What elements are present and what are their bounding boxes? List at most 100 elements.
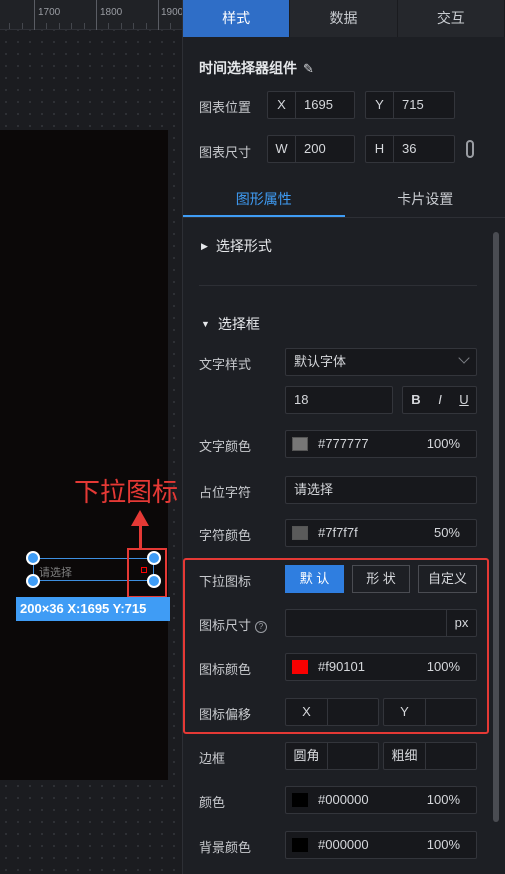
dropdown-icon-label: 下拉图标: [199, 574, 252, 589]
icon-color-label: 图标颜色: [199, 662, 252, 677]
aspect-lock-icon[interactable]: [466, 140, 474, 158]
border-label: 边框: [199, 751, 226, 766]
component-title: 时间选择器组件 ✎: [199, 58, 314, 78]
text-color-picker[interactable]: #777777 100%: [285, 430, 477, 458]
bg-color-hex: #000000: [318, 837, 369, 852]
app-root: 1700 1800 1900 下拉图标 请选择 200×36 X:1695 Y:…: [0, 0, 505, 874]
resize-handle-top-left[interactable]: [26, 551, 40, 565]
size-w-field[interactable]: W 200: [267, 135, 355, 163]
x-prefix: X: [268, 92, 296, 118]
size-label: 图表尺寸: [199, 145, 252, 160]
icon-size-input[interactable]: px: [285, 609, 477, 637]
char-color-label: 字符颜色: [199, 528, 252, 543]
y-prefix: Y: [366, 92, 394, 118]
font-family-value: 默认字体: [294, 354, 347, 369]
text-color-hex: #777777: [318, 436, 369, 451]
border-width-field[interactable]: 粗细: [383, 742, 477, 770]
position-y-field[interactable]: Y 715: [365, 91, 455, 119]
component-placeholder: 请选择: [39, 567, 72, 579]
border-radius-prefix: 圆角: [286, 743, 328, 769]
font-size-input[interactable]: 18: [285, 386, 393, 414]
style-sub-tabs: 图形属性 卡片设置: [183, 180, 505, 218]
position-x-field[interactable]: X 1695: [267, 91, 355, 119]
icon-size-label-text: 图标尺寸: [199, 618, 252, 633]
placeholder-value: 请选择: [294, 482, 334, 497]
chevron-down-icon: [458, 352, 470, 364]
edit-pencil-icon[interactable]: ✎: [303, 61, 314, 77]
bg-color-label: 背景颜色: [199, 840, 252, 855]
placeholder-input[interactable]: 请选择: [285, 476, 477, 504]
ruler-label: 1700: [38, 7, 61, 18]
resize-handle-bottom-right[interactable]: [147, 574, 161, 588]
section-selection-box[interactable]: ▼ 选择框: [201, 314, 260, 334]
font-family-select[interactable]: 默认字体: [285, 348, 477, 376]
bg-color-opacity: 100%: [426, 837, 460, 852]
section-selection-box-label: 选择框: [217, 316, 260, 332]
resize-handle-top-right[interactable]: [147, 551, 161, 565]
tab-graphic-properties[interactable]: 图形属性: [183, 180, 345, 217]
resize-handle-bottom-left[interactable]: [26, 574, 40, 588]
component-title-text: 时间选择器组件: [199, 60, 297, 76]
offset-y-prefix: Y: [384, 699, 426, 725]
color-swatch[interactable]: [292, 793, 308, 807]
icon-offset-label: 图标偏移: [199, 707, 252, 722]
char-color-picker[interactable]: #7f7f7f 50%: [285, 519, 477, 547]
text-color-swatch[interactable]: [292, 437, 308, 451]
icon-custom-button[interactable]: 自定义: [418, 565, 477, 593]
tab-card-settings[interactable]: 卡片设置: [345, 180, 505, 217]
position-x-value: 1695: [304, 97, 333, 112]
color-picker[interactable]: #000000 100%: [285, 786, 477, 814]
tab-style[interactable]: 样式: [183, 0, 291, 37]
icon-default-button[interactable]: 默 认: [285, 565, 344, 593]
text-color-opacity: 100%: [426, 436, 460, 451]
property-panel: 样式 数据 交互 时间选择器组件 ✎ 图表位置 X 1695 Y 715 图表尺寸…: [182, 0, 505, 874]
text-style-label: 文字样式: [199, 357, 252, 372]
help-icon[interactable]: ?: [255, 621, 268, 633]
icon-color-opacity: 100%: [426, 659, 460, 674]
caret-right-icon: ▶: [201, 241, 208, 251]
ruler-tick: [96, 0, 97, 30]
ruler-label: 1900: [161, 7, 182, 18]
font-size-value: 18: [294, 392, 309, 407]
ruler-tick: [34, 0, 35, 30]
icon-size-unit: px: [446, 610, 476, 636]
char-color-hex: #7f7f7f: [318, 525, 358, 540]
position-y-value: 715: [402, 97, 424, 112]
size-h-field[interactable]: H 36: [365, 135, 455, 163]
w-prefix: W: [268, 136, 296, 162]
text-color-label: 文字颜色: [199, 439, 252, 454]
ruler-label: 1800: [100, 7, 123, 18]
color-hex: #000000: [318, 792, 369, 807]
section-selection-form[interactable]: ▶ 选择形式: [201, 236, 272, 256]
char-color-swatch[interactable]: [292, 526, 308, 540]
size-w-value: 200: [304, 141, 326, 156]
tab-interaction[interactable]: 交互: [398, 0, 505, 37]
icon-color-hex: #f90101: [318, 659, 365, 674]
bold-button[interactable]: B: [405, 387, 427, 413]
icon-offset-y-field[interactable]: Y: [383, 698, 477, 726]
panel-scrollbar[interactable]: [493, 232, 499, 822]
bg-color-swatch[interactable]: [292, 838, 308, 852]
border-width-prefix: 粗细: [384, 743, 426, 769]
char-color-opacity: 50%: [433, 525, 460, 540]
section-divider: [199, 285, 477, 286]
placeholder-label: 占位字符: [199, 485, 252, 500]
icon-color-swatch[interactable]: [292, 660, 308, 674]
offset-x-prefix: X: [286, 699, 328, 725]
underline-button[interactable]: U: [453, 387, 475, 413]
bg-color-picker[interactable]: #000000 100%: [285, 831, 477, 859]
text-format-group: B I U: [402, 386, 477, 414]
icon-offset-x-field[interactable]: X: [285, 698, 379, 726]
italic-button[interactable]: I: [429, 387, 451, 413]
icon-color-picker[interactable]: #f90101 100%: [285, 653, 477, 681]
icon-shape-button[interactable]: 形 状: [352, 565, 410, 593]
design-canvas[interactable]: 1700 1800 1900 下拉图标 请选择 200×36 X:1695 Y:…: [0, 0, 182, 874]
icon-size-label: 图标尺寸?: [199, 615, 268, 634]
size-position-tag: 200×36 X:1695 Y:715: [16, 597, 170, 621]
annotation-arrow-line: [139, 524, 142, 548]
color-label: 颜色: [199, 795, 226, 810]
tab-data[interactable]: 数据: [290, 0, 398, 37]
border-radius-field[interactable]: 圆角: [285, 742, 379, 770]
panel-tabs: 样式 数据 交互: [183, 0, 505, 37]
size-h-value: 36: [402, 141, 417, 156]
